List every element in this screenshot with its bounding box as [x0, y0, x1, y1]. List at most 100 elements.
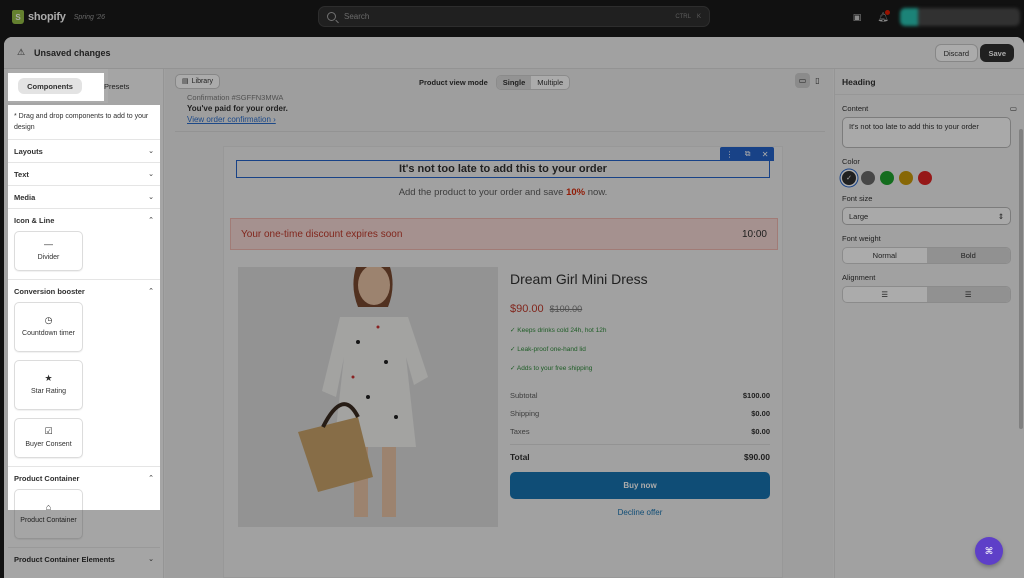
star-rating-card[interactable]: ★ Star Rating [14, 360, 83, 410]
close-icon[interactable]: ✕ [762, 150, 769, 159]
summary-label: Shipping [510, 408, 540, 418]
comment-icon[interactable]: ▭ [1010, 104, 1017, 113]
drag-hint: * Drag and drop components to add to you… [8, 105, 160, 140]
shopify-logo[interactable]: S shopify [12, 10, 66, 24]
device-toggle: ▭ ▯ [795, 73, 825, 88]
discount-percent: 10% [566, 187, 586, 198]
total-label: Total [510, 451, 530, 462]
more-icon[interactable]: ⋮ [726, 150, 734, 159]
font-size-select[interactable]: Large ⇕ [842, 207, 1011, 225]
shopify-bag-icon: S [12, 10, 24, 24]
section-label: Text [14, 169, 29, 179]
color-swatch-green[interactable] [880, 171, 894, 185]
duplicate-icon[interactable]: ⧉ [745, 149, 751, 159]
color-swatch-red[interactable] [918, 171, 932, 185]
unsaved-label: Unsaved changes [34, 47, 111, 58]
shortcut-ctrl: CTRL [675, 13, 691, 20]
discard-button[interactable]: Discard [934, 44, 978, 62]
buyer-consent-card[interactable]: ☑ Buyer Consent [14, 418, 83, 458]
card-label: Star Rating [30, 388, 67, 395]
section-label: Icon & Line [14, 215, 55, 225]
buy-now-button[interactable]: Buy now [510, 472, 770, 499]
timer-value: 10:00 [741, 228, 767, 240]
library-icon: ▤ [182, 78, 189, 85]
product-view-mode: Product view mode Single Multiple [419, 75, 571, 90]
section-text[interactable]: Text ⌄ [8, 163, 160, 186]
color-swatch-dark[interactable]: ✓ [842, 171, 856, 185]
weight-bold[interactable]: Bold [926, 248, 1010, 263]
card-label: Buyer Consent [25, 441, 72, 448]
chevron-down-icon: ⌄ [148, 171, 154, 178]
save-button[interactable]: Save [980, 44, 1014, 62]
summary-value: $100.00 [742, 390, 770, 400]
color-swatch-yellow[interactable] [899, 171, 913, 185]
card-label: Countdown timer [22, 330, 75, 337]
card-label: Product Container [20, 517, 77, 524]
brand-name: shopify [28, 11, 66, 23]
mobile-icon[interactable]: ▯ [810, 73, 825, 88]
chevron-up-icon: ⌃ [148, 475, 154, 482]
divider-icon: — [44, 239, 53, 249]
view-single[interactable]: Single [496, 76, 532, 89]
block-toolbar: ⋮ ⧉ ✕ [720, 147, 774, 161]
components-list: * Drag and drop components to add to you… [8, 105, 160, 564]
settings-panel: Heading Content ▭ It's not too late to ad… [834, 69, 1024, 578]
compare-price: $100.00 [549, 304, 583, 314]
help-chat-button[interactable]: ⌘ [975, 537, 1003, 565]
align-center-icon[interactable]: ☰ [926, 287, 1010, 302]
weight-normal[interactable]: Normal [843, 248, 927, 263]
subline-text: Add the product to your order and save [398, 187, 567, 198]
view-confirmation-link[interactable]: View order confirmation › [187, 115, 288, 124]
section-product-container-elements[interactable]: Product Container Elements ⌄ [8, 548, 160, 570]
section-product-container: Product Container ⌃ ⌂ Product Container [8, 467, 160, 548]
align-left-icon[interactable]: ☰ [843, 287, 927, 302]
view-mode-toggle: Single Multiple [495, 75, 571, 90]
tag-icon: ⌂ [45, 502, 52, 512]
summary-label: Taxes [510, 426, 530, 436]
dress-model-image [238, 267, 498, 527]
product-info: Dream Girl Mini Dress $90.00 $100.00 ✓ Ke… [510, 267, 770, 517]
account-menu[interactable] [900, 8, 1020, 26]
color-swatch-gray[interactable] [861, 171, 875, 185]
canvas-toolbar: ▤ Library Product view mode Single Multip… [165, 69, 833, 93]
tab-presets[interactable]: Presets [104, 82, 129, 91]
library-button[interactable]: ▤ Library [175, 73, 221, 89]
product-title: Dream Girl Mini Dress [510, 271, 648, 287]
store-icon[interactable]: ▣ [848, 8, 866, 26]
shortcut-k: K [696, 13, 701, 20]
summary-value: $0.00 [751, 426, 770, 436]
divider-card[interactable]: — Divider [14, 231, 83, 271]
alignment-toggle: ☰ ☰ [842, 286, 1011, 303]
view-multiple[interactable]: Multiple [531, 76, 569, 89]
offer-heading[interactable]: It's not too late to add this to your or… [236, 160, 770, 178]
search-icon [327, 12, 336, 21]
tab-components[interactable]: Components [18, 78, 82, 94]
checkbox-icon: ☑ [44, 426, 53, 436]
search-bar[interactable]: Search CTRL K [318, 6, 710, 27]
section-layouts[interactable]: Layouts ⌄ [8, 140, 160, 163]
summary-row: Taxes $0.00 [510, 422, 770, 440]
upsell-offer: ⋮ ⧉ ✕ It's not too late to add this to y… [223, 146, 783, 578]
section-header[interactable]: Conversion booster ⌃ [8, 280, 160, 302]
content-field[interactable]: It's not too late to add this to your or… [842, 117, 1011, 148]
section-label: Conversion booster [14, 286, 85, 296]
section-label: Media [14, 192, 36, 202]
section-header[interactable]: Product Container ⌃ [8, 467, 160, 489]
section-conversion-booster: Conversion booster ⌃ ◷ Countdown timer ★ St… [8, 280, 160, 467]
countdown-banner: Your one-time discount expires soon 10:0… [230, 218, 778, 250]
countdown-timer-card[interactable]: ◷ Countdown timer [14, 302, 83, 352]
content-label: Content [842, 104, 869, 113]
product-container-card[interactable]: ⌂ Product Container [14, 489, 83, 539]
desktop-icon[interactable]: ▭ [795, 73, 810, 88]
warning-icon: ⚠ [16, 47, 26, 57]
font-size-value: Large [849, 211, 869, 221]
bell-icon[interactable]: 🔔︎ [874, 8, 892, 26]
order-confirmation: Confirmation #SGFFN3MWA You've paid for … [187, 93, 288, 124]
font-weight-toggle: Normal Bold [842, 247, 1011, 264]
decline-offer-link[interactable]: Decline offer [510, 508, 770, 517]
section-media[interactable]: Media ⌄ [8, 186, 160, 209]
scrollbar[interactable] [1019, 129, 1023, 429]
chevron-down-icon: ⌄ [148, 194, 154, 201]
chevron-up-icon: ⌃ [148, 217, 154, 224]
section-header[interactable]: Icon & Line ⌃ [8, 209, 160, 231]
